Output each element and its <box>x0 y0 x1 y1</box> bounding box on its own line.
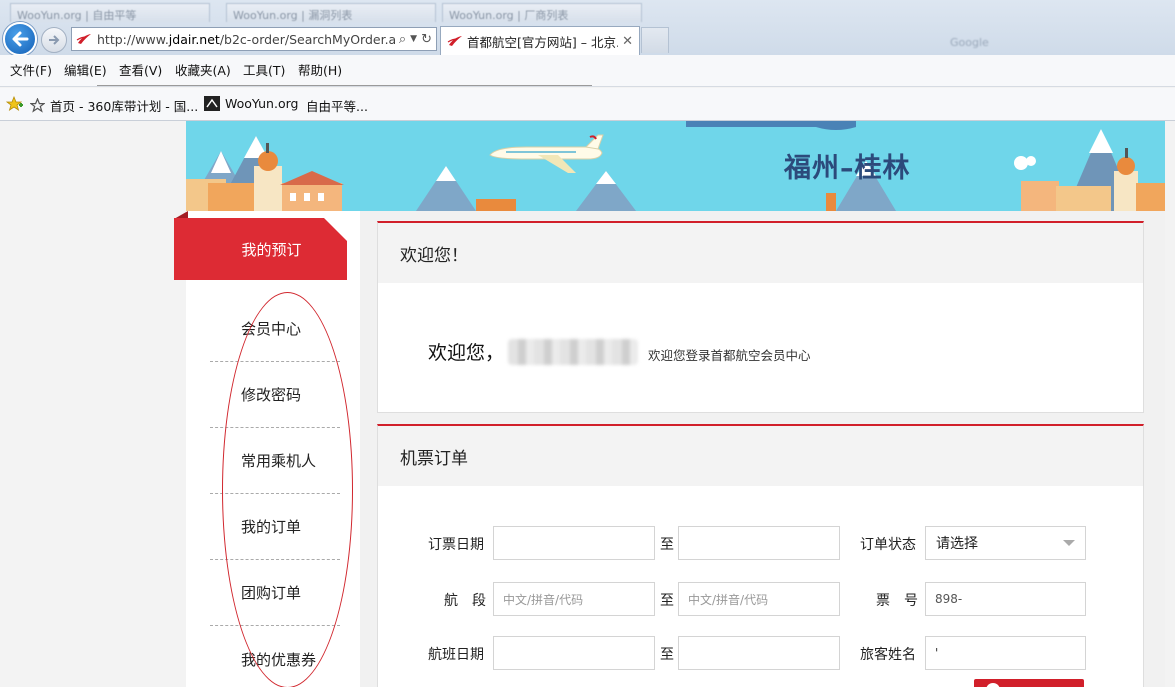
sidebar-item-label: 我的预订 <box>241 240 302 259</box>
sidebar-item-change-password[interactable]: 修改密码 <box>210 362 340 428</box>
search-button[interactable] <box>974 679 1084 687</box>
jdair-logo-icon <box>447 36 462 46</box>
back-button[interactable] <box>3 22 37 56</box>
placeholder-text: 中文/拼音/代码 <box>503 592 584 607</box>
active-tab[interactable]: 首都航空[官方网站] – 北京... ✕ <box>440 26 640 55</box>
sidebar-item-my-orders[interactable]: 我的订单 <box>210 494 340 560</box>
address-bar[interactable]: http://www.jdair.net/b2c-order/SearchMyO… <box>71 27 437 51</box>
menu-view[interactable]: 查看(V) <box>119 60 162 79</box>
redacted-username <box>508 338 639 365</box>
sidebar-item-coupons[interactable]: 我的优惠券 <box>210 626 340 687</box>
divider <box>97 85 592 86</box>
forward-button[interactable] <box>41 27 67 53</box>
panel-title: 机票订单 <box>378 426 1143 486</box>
segment-label: 航 段 <box>444 593 486 609</box>
booking-date-to-input[interactable] <box>678 526 840 560</box>
sidebar-item-my-booking[interactable]: 我的预订 <box>174 218 347 280</box>
favorite-link[interactable]: WooYun.org <box>204 96 298 111</box>
chevron-down-icon <box>1063 540 1075 546</box>
blurred-toolbar-text: Google <box>950 36 989 49</box>
page-margin <box>0 121 186 687</box>
banner-illustration <box>186 121 1165 211</box>
close-tab-icon[interactable]: ✕ <box>622 34 633 49</box>
order-status-select[interactable]: 请选择 <box>925 526 1086 560</box>
passenger-name-label: 旅客姓名 <box>860 647 916 663</box>
sidebar-item-label: 团购订单 <box>241 584 302 602</box>
welcome-message: 欢迎您， 欢迎您登录首都航空会员中心 <box>428 338 811 365</box>
favorite-link[interactable]: 自由平等... <box>306 96 368 115</box>
flight-date-label: 航班日期 <box>428 647 484 663</box>
segment-to-input[interactable]: 中文/拼音/代码 <box>678 582 840 616</box>
favorite-link[interactable]: 首页 - 360库带计划 - 国... <box>30 96 198 115</box>
menu-help[interactable]: 帮助(H) <box>298 60 342 79</box>
jdair-logo-icon <box>76 34 91 44</box>
flight-date-from-input[interactable] <box>493 636 655 670</box>
arrow-right-icon <box>49 35 60 45</box>
url-text: http://www.jdair.net/b2c-order/SearchMyO… <box>97 31 395 47</box>
segment-from-input[interactable]: 中文/拼音/代码 <box>493 582 655 616</box>
to-label: 至 <box>660 593 674 609</box>
dropdown-icon[interactable]: ▼ <box>410 34 417 47</box>
sidebar-item-label: 会员中心 <box>241 320 302 338</box>
booking-date-from-input[interactable] <box>493 526 655 560</box>
menu-tools[interactable]: 工具(T) <box>243 60 285 79</box>
page-margin <box>1165 121 1175 687</box>
background-tab[interactable]: WooYun.org | 自由平等 <box>10 3 210 22</box>
star-icon <box>30 98 45 113</box>
sidebar-item-label: 我的订单 <box>241 518 302 536</box>
select-value: 请选择 <box>936 536 978 552</box>
arrow-left-icon <box>12 31 29 47</box>
menu-favorites[interactable]: 收藏夹(A) <box>175 60 231 79</box>
panel-title: 欢迎您！ <box>378 223 1143 283</box>
new-tab-button[interactable] <box>641 27 669 53</box>
background-tab[interactable]: WooYun.org | 漏洞列表 <box>226 3 436 22</box>
background-tabs: WooYun.org | 自由平等 WooYun.org | 漏洞列表 WooY… <box>0 0 1175 22</box>
search-icon <box>986 683 1000 687</box>
tab-title: 首都航空[官方网站] – 北京... <box>467 34 619 50</box>
ticket-no-label: 票 号 <box>876 593 918 609</box>
to-label: 至 <box>660 647 674 663</box>
favorites-bar: 首页 - 360库带计划 - 国... WooYun.org 自由平等... <box>0 88 1175 121</box>
ticket-no-input[interactable]: 898- <box>925 582 1086 616</box>
welcome-panel: 欢迎您！ 欢迎您， 欢迎您登录首都航空会员中心 <box>377 221 1144 413</box>
welcome-subtext: 欢迎您登录首都航空会员中心 <box>648 348 811 363</box>
route-banner <box>186 121 1165 211</box>
add-favorite-icon[interactable] <box>6 96 29 112</box>
to-label: 至 <box>660 537 674 553</box>
tab-corner <box>324 218 348 242</box>
menu-edit[interactable]: 编辑(E) <box>64 60 107 79</box>
sidebar-item-member-center[interactable]: 会员中心 <box>210 296 340 362</box>
booking-date-label: 订票日期 <box>428 537 484 553</box>
sidebar-item-passengers[interactable]: 常用乘机人 <box>210 428 340 494</box>
search-icon[interactable]: ⌕ <box>399 32 406 47</box>
flight-date-to-input[interactable] <box>678 636 840 670</box>
input-value: 898- <box>935 592 963 606</box>
route-title: 福州–桂林 <box>784 153 911 184</box>
placeholder-text: 中文/拼音/代码 <box>688 592 769 607</box>
wooyun-logo-icon <box>204 96 220 111</box>
order-status-label: 订单状态 <box>860 537 916 553</box>
sidebar-item-label: 常用乘机人 <box>241 452 317 470</box>
refresh-icon[interactable]: ↻ <box>421 32 432 47</box>
greeting: 欢迎您， <box>428 342 505 364</box>
sidebar-item-label: 我的优惠券 <box>241 650 317 669</box>
input-value: ' <box>935 646 939 660</box>
sidebar-item-label: 修改密码 <box>241 386 302 404</box>
passenger-name-input[interactable]: ' <box>925 636 1086 670</box>
background-tab[interactable]: WooYun.org | 厂商列表 <box>442 3 642 22</box>
sidebar-item-group-orders[interactable]: 团购订单 <box>210 560 340 626</box>
menu-file[interactable]: 文件(F) <box>10 60 52 79</box>
menu-bar: 文件(F) 编辑(E) 查看(V) 收藏夹(A) 工具(T) 帮助(H) <box>0 55 1175 87</box>
